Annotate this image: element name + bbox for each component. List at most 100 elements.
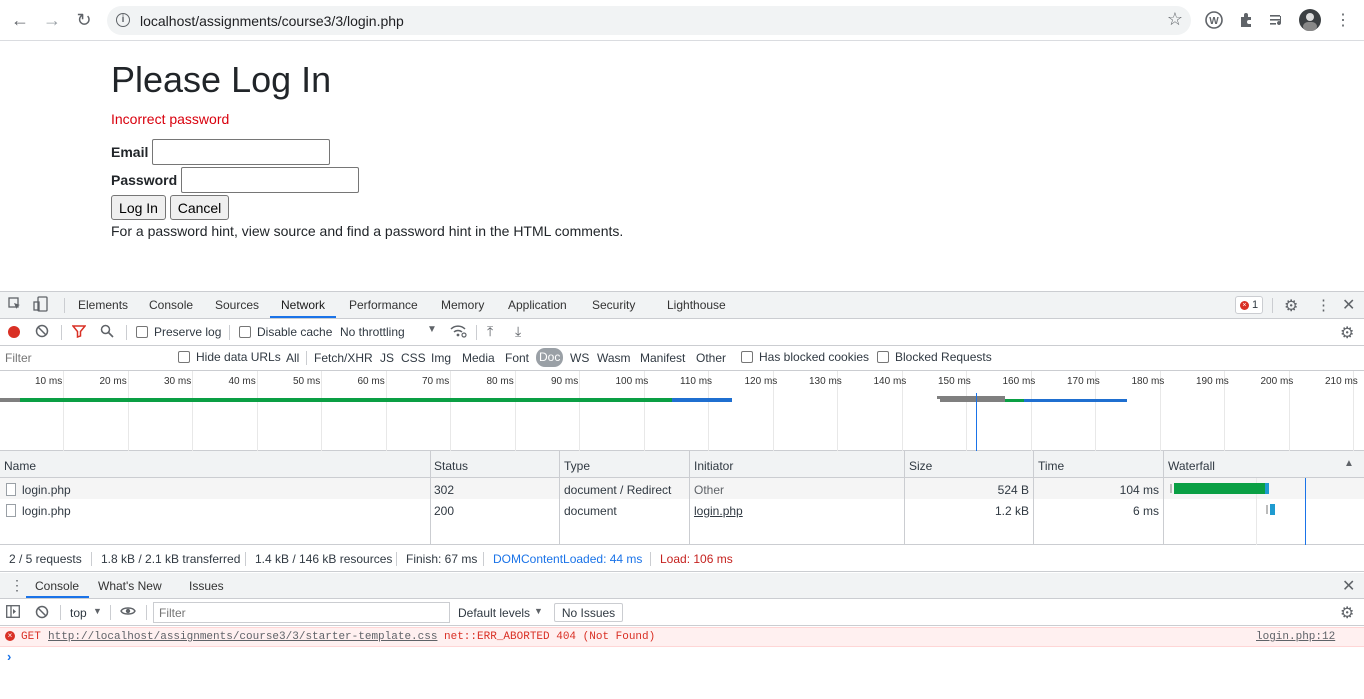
chevron-down-icon[interactable]: ▼ bbox=[534, 606, 543, 616]
filter-type-ws[interactable]: WS bbox=[570, 351, 589, 365]
network-overview-timeline[interactable]: 10 ms 20 ms 30 ms 40 ms 50 ms 60 ms 70 ms 80 ms… bbox=[0, 371, 1364, 451]
network-settings-gear-icon[interactable]: ⚙ bbox=[1340, 323, 1354, 343]
error-url-link[interactable]: http://localhost/assignments/course3/3/s… bbox=[48, 631, 437, 643]
tab-network[interactable]: Network bbox=[281, 298, 325, 312]
network-request-table: Name Status Type Initiator Size Time Wat… bbox=[0, 451, 1364, 545]
request-name[interactable]: login.php bbox=[22, 504, 71, 518]
log-levels-select[interactable]: Default levels bbox=[458, 606, 530, 620]
inspect-element-icon[interactable] bbox=[8, 297, 22, 314]
column-divider bbox=[430, 451, 431, 545]
hide-data-urls-checkbox[interactable] bbox=[178, 351, 190, 363]
media-queue-icon[interactable] bbox=[1267, 10, 1287, 30]
login-button[interactable]: Log In bbox=[111, 195, 166, 220]
preserve-log-checkbox[interactable] bbox=[136, 326, 148, 338]
forward-arrow-icon[interactable]: → bbox=[40, 8, 64, 32]
tab-lighthouse[interactable]: Lighthouse bbox=[667, 298, 726, 312]
chevron-down-icon[interactable]: ▼ bbox=[93, 606, 102, 616]
filter-type-font[interactable]: Font bbox=[505, 351, 529, 365]
device-toolbar-icon[interactable] bbox=[33, 296, 49, 315]
cancel-button[interactable]: Cancel bbox=[170, 195, 229, 220]
record-icon[interactable] bbox=[8, 326, 20, 338]
request-initiator-link[interactable]: login.php bbox=[694, 504, 743, 518]
drawer-tab-whats-new[interactable]: What's New bbox=[98, 579, 162, 593]
request-name[interactable]: login.php bbox=[22, 483, 71, 497]
filter-type-wasm[interactable]: Wasm bbox=[597, 351, 631, 365]
filter-type-fetch-xhr[interactable]: Fetch/XHR bbox=[314, 351, 373, 365]
column-header-waterfall[interactable]: Waterfall bbox=[1164, 451, 1364, 478]
column-header-time[interactable]: Time bbox=[1034, 451, 1164, 478]
search-icon[interactable] bbox=[100, 324, 114, 341]
close-drawer-icon[interactable]: ✕ bbox=[1342, 576, 1355, 596]
column-header-status[interactable]: Status bbox=[430, 451, 560, 478]
settings-gear-icon[interactable]: ⚙ bbox=[1284, 296, 1298, 316]
drawer-menu-icon[interactable]: ⋮ bbox=[10, 577, 24, 594]
chevron-down-icon[interactable]: ▼ bbox=[427, 324, 437, 335]
request-type: document bbox=[564, 504, 617, 518]
sidebar-toggle-icon[interactable] bbox=[6, 605, 20, 621]
tab-elements[interactable]: Elements bbox=[78, 298, 128, 312]
column-header-name[interactable]: Name bbox=[0, 451, 430, 478]
overview-bar-download bbox=[672, 398, 732, 402]
tab-application[interactable]: Application bbox=[508, 298, 567, 312]
clear-icon[interactable] bbox=[35, 324, 49, 341]
tab-performance[interactable]: Performance bbox=[349, 298, 418, 312]
column-header-initiator[interactable]: Initiator bbox=[690, 451, 905, 478]
timeline-gridline bbox=[385, 371, 387, 451]
network-filter-input[interactable] bbox=[0, 348, 164, 368]
puzzle-extensions-icon[interactable] bbox=[1236, 10, 1256, 30]
wordpress-extension-icon[interactable]: W bbox=[1204, 10, 1224, 30]
password-field[interactable] bbox=[181, 167, 359, 193]
import-har-icon[interactable]: ⤒ bbox=[487, 323, 493, 340]
url-text[interactable]: localhost/assignments/course3/3/login.ph… bbox=[140, 13, 404, 29]
tab-console[interactable]: Console bbox=[149, 298, 193, 312]
address-bar[interactable]: i localhost/assignments/course3/3/login.… bbox=[107, 6, 1191, 35]
filter-type-media[interactable]: Media bbox=[462, 351, 495, 365]
email-field[interactable] bbox=[152, 139, 330, 165]
tab-sources[interactable]: Sources bbox=[215, 298, 259, 312]
blocked-requests-checkbox[interactable] bbox=[877, 351, 889, 363]
devtools-tab-bar: Elements Console Sources Network Perform… bbox=[0, 292, 1364, 319]
clear-console-icon[interactable] bbox=[35, 605, 49, 622]
console-filter-input[interactable] bbox=[153, 602, 450, 623]
waterfall-bar[interactable] bbox=[1174, 483, 1265, 494]
filter-type-img[interactable]: Img bbox=[431, 351, 451, 365]
reload-icon[interactable]: ↻ bbox=[72, 8, 96, 32]
tab-security[interactable]: Security bbox=[592, 298, 635, 312]
live-expression-eye-icon[interactable] bbox=[120, 604, 136, 621]
table-row[interactable] bbox=[0, 499, 1364, 520]
kebab-menu-icon[interactable]: ⋮ bbox=[1333, 10, 1353, 30]
console-settings-gear-icon[interactable]: ⚙ bbox=[1340, 603, 1354, 623]
filter-type-all[interactable]: All bbox=[286, 351, 299, 365]
sort-arrow-icon[interactable]: ▲ bbox=[1344, 458, 1354, 469]
network-conditions-icon[interactable] bbox=[450, 324, 467, 341]
network-summary-bar: 2 / 5 requests 1.8 kB / 2.1 kB transferr… bbox=[0, 545, 1364, 572]
error-source-link[interactable]: login.php:12 bbox=[1256, 631, 1335, 643]
throttling-select[interactable]: No throttling bbox=[340, 325, 405, 339]
devtools-menu-icon[interactable]: ⋮ bbox=[1316, 296, 1331, 314]
drawer-tab-console[interactable]: Console bbox=[35, 579, 79, 593]
tab-memory[interactable]: Memory bbox=[441, 298, 484, 312]
column-header-type[interactable]: Type bbox=[560, 451, 690, 478]
filter-icon[interactable] bbox=[71, 324, 87, 341]
close-devtools-icon[interactable]: ✕ bbox=[1342, 295, 1355, 315]
info-icon[interactable]: i bbox=[116, 13, 130, 27]
export-har-icon[interactable]: ⤓ bbox=[515, 323, 521, 340]
filter-type-other[interactable]: Other bbox=[696, 351, 726, 365]
has-blocked-cookies-checkbox[interactable] bbox=[741, 351, 753, 363]
filter-type-doc[interactable]: Doc bbox=[536, 348, 564, 367]
drawer-tab-issues[interactable]: Issues bbox=[189, 579, 224, 593]
filter-type-js[interactable]: JS bbox=[380, 351, 394, 365]
profile-avatar[interactable] bbox=[1299, 9, 1321, 31]
issues-button[interactable]: No Issues bbox=[554, 603, 623, 622]
back-arrow-icon[interactable]: ← bbox=[8, 8, 32, 32]
console-prompt[interactable]: › bbox=[7, 649, 11, 664]
error-count-badge[interactable]: × 1 bbox=[1235, 296, 1263, 314]
bookmark-star-icon[interactable]: ☆ bbox=[1167, 9, 1183, 30]
filter-type-manifest[interactable]: Manifest bbox=[640, 351, 685, 365]
table-row[interactable] bbox=[0, 478, 1364, 499]
column-header-size[interactable]: Size bbox=[905, 451, 1034, 478]
filter-type-css[interactable]: CSS bbox=[401, 351, 426, 365]
waterfall-bar[interactable] bbox=[1270, 504, 1275, 515]
context-select[interactable]: top bbox=[70, 606, 87, 620]
disable-cache-checkbox[interactable] bbox=[239, 326, 251, 338]
